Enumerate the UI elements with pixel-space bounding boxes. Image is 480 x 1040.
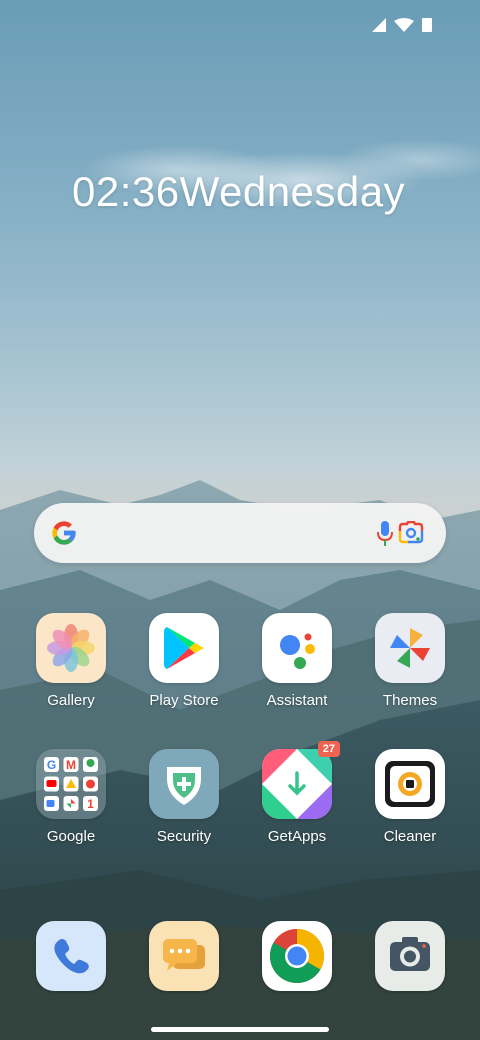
app-themes[interactable]: Themes [355,613,465,709]
app-gallery[interactable]: Gallery [16,613,126,709]
app-label: Gallery [47,692,95,709]
themes-icon [375,613,445,683]
app-label: Cleaner [383,828,437,845]
play-store-icon [149,613,219,683]
chrome-icon [262,921,332,991]
cleaner-icon [375,749,445,819]
assistant-icon [262,613,332,683]
security-icon [149,749,219,819]
app-getapps[interactable]: 27 GetApps [242,741,352,845]
svg-text:G: G [47,758,56,772]
google-search-bar[interactable] [34,503,446,563]
app-google-folder[interactable]: G M 1 Google [16,749,126,845]
gesture-home-bar[interactable] [151,1027,329,1032]
messages-icon [149,921,219,991]
wifi-icon [394,18,414,32]
app-label: Security [156,828,212,845]
gallery-icon [36,613,106,683]
app-assistant[interactable]: Assistant [242,613,352,709]
getapps-icon [262,749,332,819]
signal-icon [372,18,386,32]
app-label: Play Store [149,692,219,709]
google-g-icon [52,521,76,545]
dock-camera[interactable] [355,921,465,991]
app-label: Assistant [266,692,328,709]
google-folder-icon: G M 1 [36,749,106,819]
google-lens-icon[interactable] [398,521,424,545]
dock-phone[interactable] [16,921,126,991]
app-label: GetApps [267,828,327,845]
battery-icon [422,18,432,32]
app-label: Themes [382,692,438,709]
notification-badge: 27 [317,741,340,757]
status-bar [372,18,432,32]
svg-text:1: 1 [87,797,94,811]
app-play-store[interactable]: Play Store [129,613,239,709]
app-label: Google [46,828,96,845]
app-cleaner[interactable]: Cleaner [355,749,465,845]
app-security[interactable]: Security [129,749,239,845]
dock-messages[interactable] [129,921,239,991]
phone-icon [36,921,106,991]
clock-widget[interactable]: 02:36Wednesday [72,168,405,216]
svg-text:M: M [66,758,76,772]
dock-chrome[interactable] [242,921,352,991]
microphone-icon[interactable] [376,521,394,547]
camera-icon [375,921,445,991]
